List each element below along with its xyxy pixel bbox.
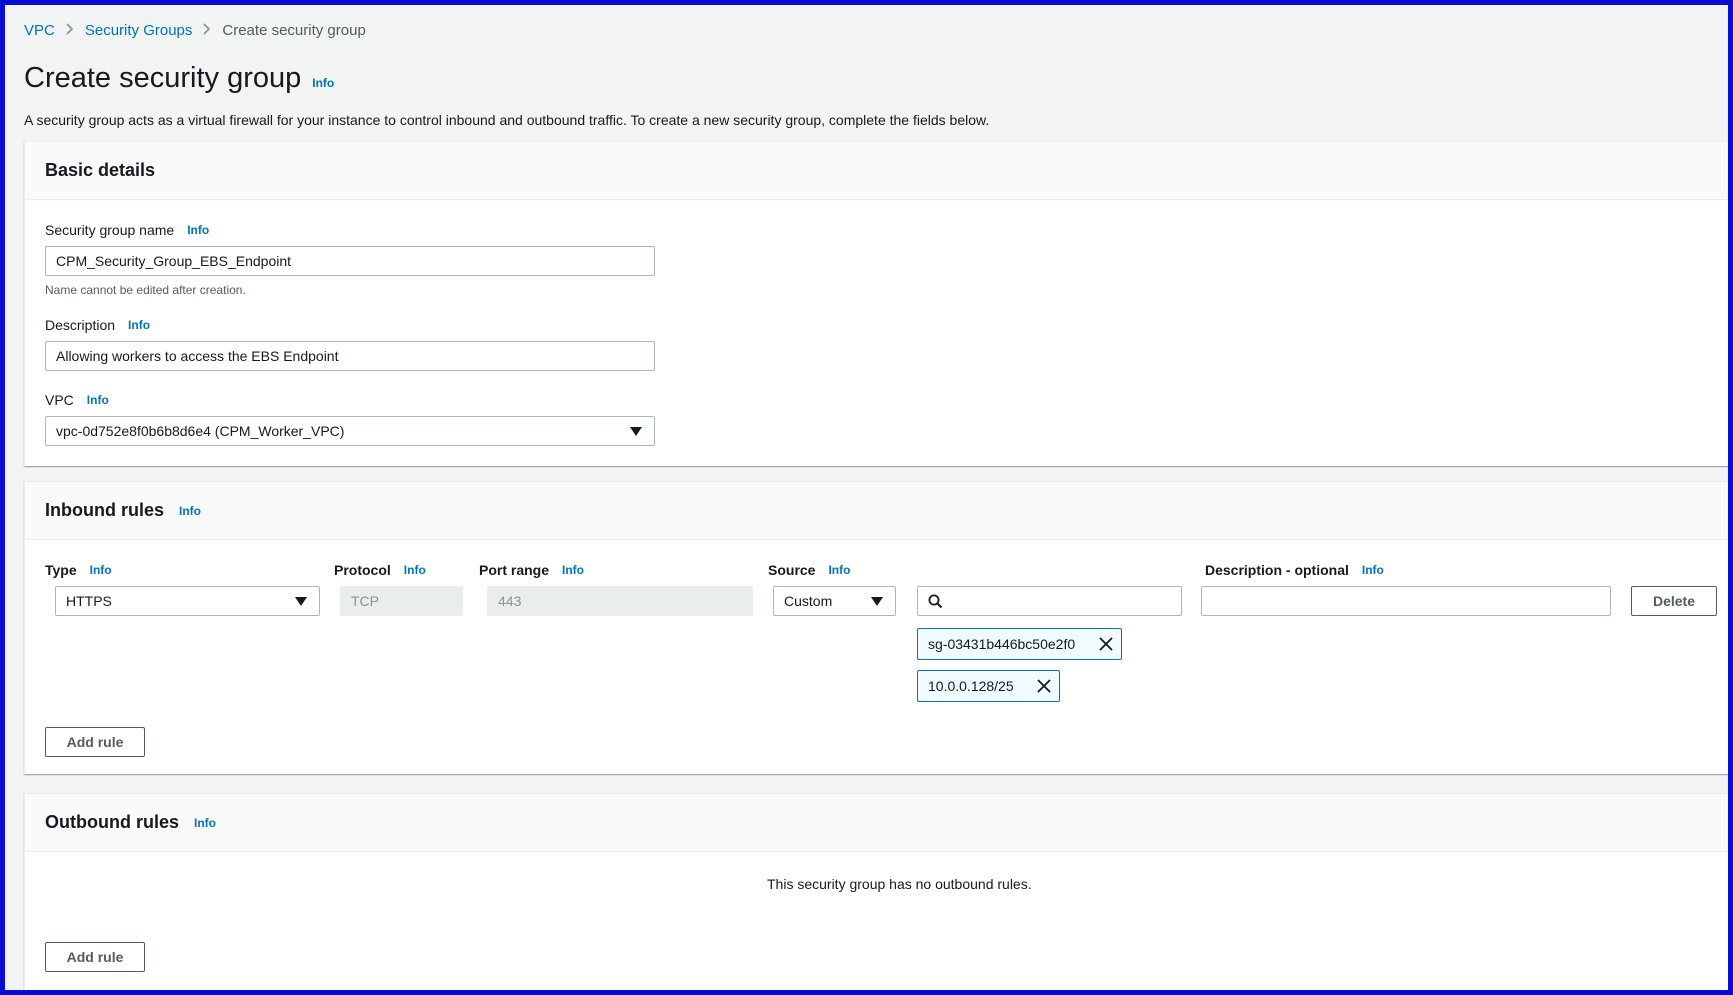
- vpc-select[interactable]: vpc-0d752e8f0b6b8d6e4 (CPM_Worker_VPC): [45, 416, 655, 446]
- page-info-link[interactable]: Info: [312, 76, 334, 90]
- port-range-info-link[interactable]: Info: [562, 563, 584, 577]
- page-frame: VPC Security Groups Create security grou…: [5, 5, 1728, 990]
- breadcrumb: VPC Security Groups Create security grou…: [24, 22, 366, 39]
- inbound-rules-info-link[interactable]: Info: [179, 504, 201, 518]
- protocol-column-label: Protocol Info: [334, 562, 426, 578]
- rule-source-value: Custom: [784, 593, 833, 609]
- source-token-label: sg-03431b446bc50e2f0: [928, 636, 1076, 652]
- description-label-text: Description: [45, 317, 116, 333]
- rule-source-search-input[interactable]: [917, 586, 1182, 616]
- vpc-select-value: vpc-0d752e8f0b6b8d6e4 (CPM_Worker_VPC): [56, 423, 345, 439]
- rule-protocol-input: TCP: [340, 586, 463, 616]
- rule-type-select[interactable]: HTTPS: [55, 586, 320, 616]
- rule-port-range-value: 443: [498, 593, 522, 609]
- security-group-name-value: CPM_Security_Group_EBS_Endpoint: [56, 253, 292, 269]
- basic-details-heading: Basic details: [45, 160, 156, 180]
- security-group-name-input[interactable]: CPM_Security_Group_EBS_Endpoint: [45, 246, 655, 276]
- outbound-add-rule-button[interactable]: Add rule: [45, 942, 145, 972]
- inbound-rules-heading: Inbound rules: [45, 500, 164, 520]
- outbound-rules-panel: Outbound rules Info This security group …: [24, 793, 1728, 990]
- description-info-link[interactable]: Info: [128, 318, 150, 332]
- source-token-label: 10.0.0.128/25: [928, 678, 1014, 694]
- rule-port-range-input: 443: [487, 586, 753, 616]
- close-icon[interactable]: [1098, 636, 1114, 652]
- breadcrumb-current: Create security group: [222, 22, 366, 39]
- outbound-rules-header: Outbound rules Info: [25, 794, 1728, 852]
- rule-protocol-value: TCP: [351, 593, 379, 609]
- breadcrumb-security-groups[interactable]: Security Groups: [85, 22, 193, 39]
- security-group-name-label-text: Security group name: [45, 222, 175, 238]
- rule-description-input[interactable]: [1201, 586, 1611, 616]
- outbound-rules-info-link[interactable]: Info: [194, 816, 216, 830]
- inbound-rules-header: Inbound rules Info: [25, 482, 1728, 540]
- breadcrumb-separator-icon: [66, 23, 74, 38]
- page-title-row: Create security group Info: [24, 62, 334, 95]
- security-group-name-label: Security group name Info: [45, 222, 209, 238]
- rule-description-info-link[interactable]: Info: [1362, 563, 1384, 577]
- inbound-add-rule-button[interactable]: Add rule: [45, 727, 145, 757]
- source-token: 10.0.0.128/25: [917, 670, 1060, 702]
- security-group-name-hint: Name cannot be edited after creation.: [45, 283, 246, 297]
- basic-details-panel: Basic details Security group name Info C…: [24, 141, 1728, 466]
- vpc-label-text: VPC: [45, 392, 74, 408]
- rule-source-select[interactable]: Custom: [773, 586, 896, 616]
- description-value: Allowing workers to access the EBS Endpo…: [56, 348, 339, 364]
- source-column-label-text: Source: [768, 562, 816, 578]
- rule-description-column-label: Description - optional Info: [1205, 562, 1384, 578]
- source-token: sg-03431b446bc50e2f0: [917, 628, 1122, 660]
- port-range-column-label-text: Port range: [479, 562, 550, 578]
- description-input[interactable]: Allowing workers to access the EBS Endpo…: [45, 341, 655, 371]
- inbound-rules-panel: Inbound rules Info Type Info Protocol In…: [24, 481, 1728, 774]
- source-column-label: Source Info: [768, 562, 850, 578]
- type-column-label: Type Info: [45, 562, 112, 578]
- type-info-link[interactable]: Info: [90, 563, 112, 577]
- delete-rule-button[interactable]: Delete: [1631, 586, 1717, 616]
- vpc-info-link[interactable]: Info: [87, 393, 109, 407]
- breadcrumb-vpc[interactable]: VPC: [24, 22, 55, 39]
- port-range-column-label: Port range Info: [479, 562, 584, 578]
- protocol-info-link[interactable]: Info: [404, 563, 426, 577]
- page-title: Create security group: [24, 62, 302, 94]
- caret-down-icon: [871, 597, 883, 606]
- caret-down-icon: [630, 427, 642, 436]
- source-info-link[interactable]: Info: [828, 563, 850, 577]
- outbound-rules-heading: Outbound rules: [45, 812, 179, 832]
- close-icon[interactable]: [1036, 678, 1052, 694]
- vpc-label: VPC Info: [45, 392, 109, 408]
- basic-details-header: Basic details: [25, 142, 1728, 200]
- breadcrumb-separator-icon: [203, 23, 211, 38]
- rule-description-column-label-text: Description - optional: [1205, 562, 1349, 578]
- caret-down-icon: [295, 597, 307, 606]
- security-group-name-info-link[interactable]: Info: [187, 223, 209, 237]
- page-description: A security group acts as a virtual firew…: [24, 112, 990, 128]
- protocol-column-label-text: Protocol: [334, 562, 391, 578]
- rule-type-value: HTTPS: [66, 593, 112, 609]
- search-icon: [928, 594, 943, 609]
- type-column-label-text: Type: [45, 562, 77, 578]
- outbound-empty-message: This security group has no outbound rule…: [767, 876, 1032, 892]
- description-label: Description Info: [45, 317, 150, 333]
